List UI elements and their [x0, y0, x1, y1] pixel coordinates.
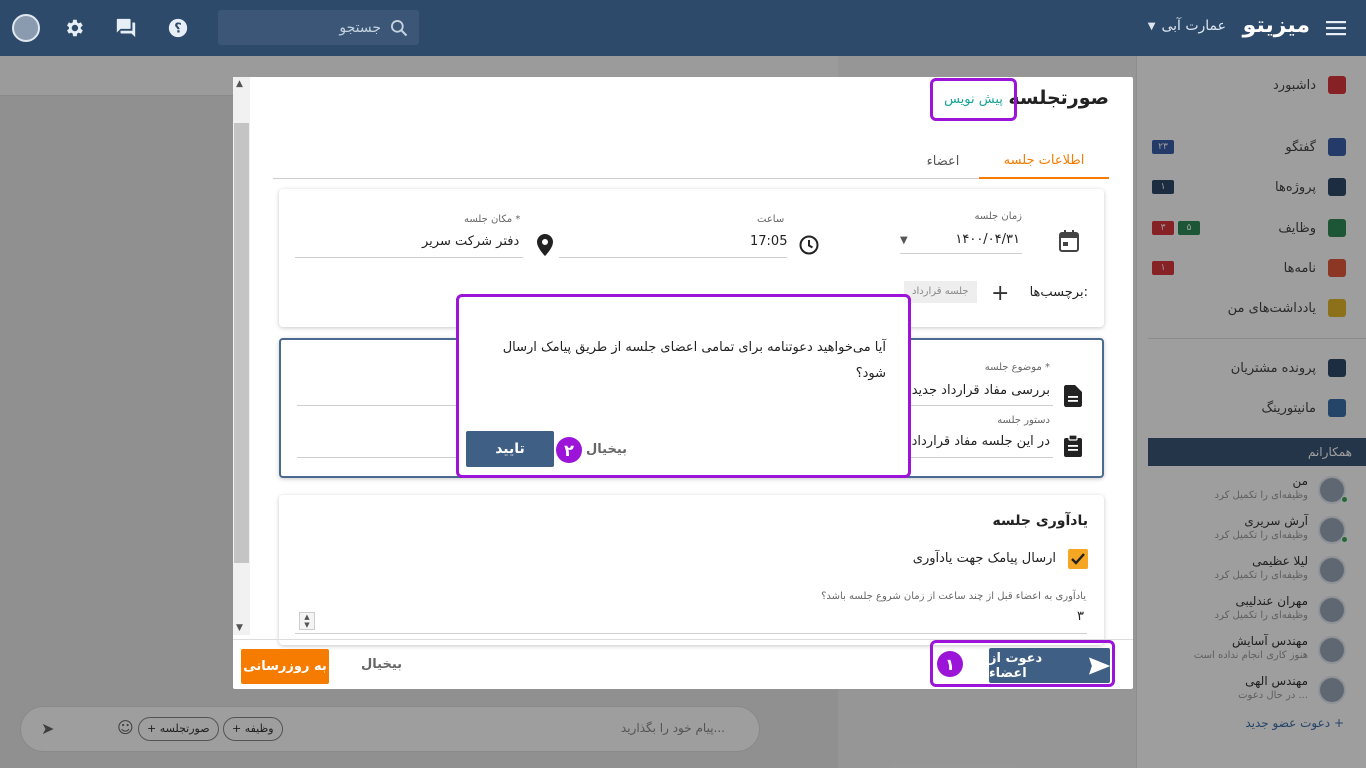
search-input[interactable]: جستجو [339, 20, 381, 36]
reminder-title: یادآوری جلسه [992, 513, 1088, 529]
place-value[interactable]: دفتر شرکت سریر [422, 234, 519, 249]
update-button[interactable]: به روزرسانی [241, 649, 329, 684]
reminder-hours-value[interactable]: ۳ [1077, 609, 1084, 624]
draft-badge: پیش نویس [944, 92, 1003, 107]
gear-icon[interactable] [58, 12, 90, 44]
tab-members[interactable]: اعضاء [913, 143, 973, 179]
help-icon[interactable]: ؟ [162, 12, 194, 44]
send-icon [1088, 656, 1110, 675]
hour-value[interactable]: 17:05 [750, 234, 787, 249]
tag-chip[interactable]: جلسه قرارداد [904, 281, 977, 303]
scrollbar-thumb[interactable] [234, 123, 249, 563]
search-box[interactable]: جستجو [218, 10, 419, 45]
agenda-label: دستور جلسه [997, 415, 1050, 426]
calendar-icon[interactable] [1059, 230, 1079, 256]
document-icon [1064, 385, 1082, 411]
agenda-value[interactable]: در این جلسه مفاد قرارداد [912, 434, 1050, 449]
meeting-time-value[interactable]: ۱۴۰۰/۰۴/۳۱ [955, 232, 1020, 247]
subject-value[interactable]: بررسی مفاد قرارداد جدید [912, 383, 1050, 398]
invite-highlight: ۱ دعوت از اعضاء [930, 640, 1115, 687]
top-bar: ؟ جستجو ▼ عمارت آبی میزیتو [0, 0, 1366, 56]
subject-label: موضوع جلسه * [984, 362, 1050, 373]
messages-icon[interactable] [110, 12, 142, 44]
step-1-badge: ۱ [937, 651, 963, 677]
invite-members-button[interactable]: دعوت از اعضاء [989, 648, 1110, 683]
confirm-dialog: آیا می‌خواهید دعوتنامه برای تمامی اعضای … [456, 294, 911, 478]
org-selector[interactable]: ▼ عمارت آبی [1148, 18, 1226, 34]
search-icon [391, 19, 408, 36]
sms-reminder-checkbox[interactable] [1068, 549, 1088, 569]
reminder-card: یادآوری جلسه ارسال پیامک جهت یادآوری یاد… [279, 495, 1104, 645]
chevron-down-icon[interactable]: ▼ [900, 235, 908, 246]
add-tag-icon[interactable]: + [991, 281, 1009, 306]
brand-logo: میزیتو [1242, 13, 1310, 38]
modal-cancel-button[interactable]: بیخیال [361, 657, 402, 672]
step-2-badge: ۲ [556, 437, 582, 463]
tab-meeting-info[interactable]: اطلاعات جلسه [979, 143, 1109, 179]
confirm-button[interactable]: تایید [466, 431, 554, 467]
sms-reminder-label: ارسال پیامک جهت یادآوری [912, 551, 1056, 566]
user-avatar[interactable] [10, 12, 42, 44]
clipboard-icon [1064, 434, 1082, 461]
reminder-hours-label: یادآوری به اعضاء قبل از چند ساعت از زمان… [821, 591, 1086, 602]
draft-highlight: پیش نویس [930, 78, 1017, 121]
modal-title: صورتجلسه [1008, 87, 1109, 109]
hours-stepper[interactable]: ▲ ▼ [299, 612, 315, 630]
confirm-cancel-button[interactable]: بیخیال [586, 442, 627, 457]
svg-text:؟: ؟ [174, 22, 181, 37]
place-label: مکان جلسه * [464, 214, 521, 225]
location-pin-icon[interactable] [537, 234, 553, 260]
chevron-down-icon: ▼ [1147, 20, 1156, 32]
meeting-time-label: زمان جلسه [974, 211, 1022, 222]
tags-label: برچسب‌ها: [1029, 285, 1088, 300]
hamburger-menu-icon[interactable] [1326, 18, 1348, 42]
hour-label: ساعت [757, 214, 785, 225]
modal-scrollbar[interactable]: ▲ ▼ [233, 77, 250, 635]
confirm-message: آیا می‌خواهید دعوتنامه برای تمامی اعضای … [502, 340, 886, 381]
clock-icon[interactable] [799, 235, 819, 259]
